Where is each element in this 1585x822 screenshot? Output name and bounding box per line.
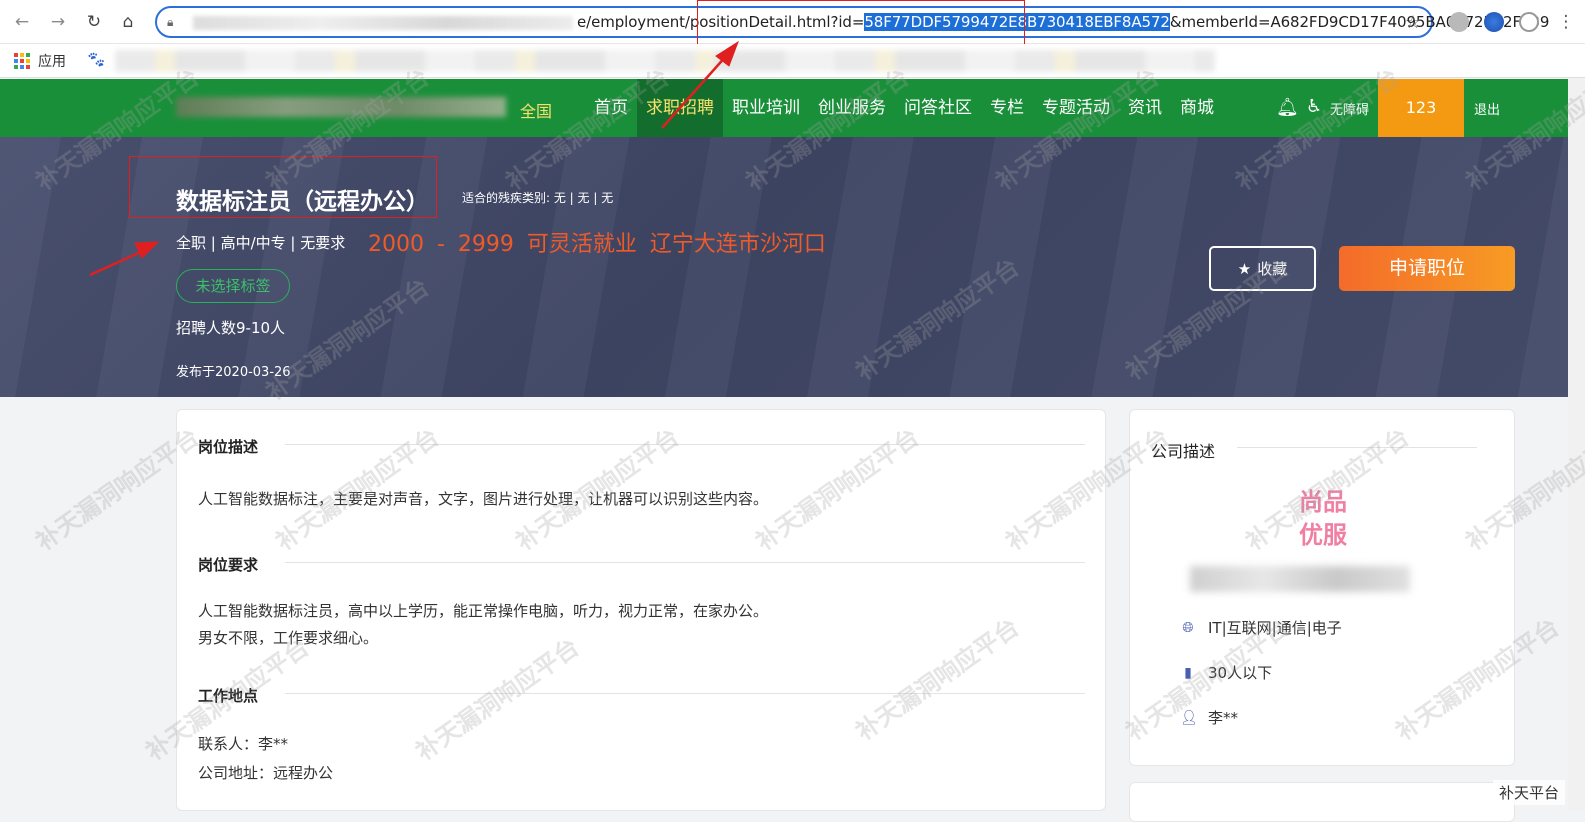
bookmarks-bar: 应用 🐾︎: [0, 44, 1585, 78]
bell-icon[interactable]: 🔔︎: [1276, 97, 1299, 118]
user-icon: 👤︎: [1180, 710, 1196, 726]
apps-grid-icon[interactable]: [14, 53, 30, 69]
company-card-title: 公司描述: [1151, 438, 1215, 462]
nav-item-startup[interactable]: 创业服务: [809, 79, 895, 137]
accessibility-link[interactable]: 无障碍: [1330, 99, 1369, 118]
globe-icon: 🌐︎: [1180, 620, 1196, 636]
lock-icon: 🔒︎: [167, 15, 173, 30]
nav-item-qa[interactable]: 问答社区: [895, 79, 981, 137]
annotation-box-url: [697, 0, 1025, 46]
company-size: ▮ 30人以下: [1180, 662, 1272, 683]
description-text: 人工智能数据标注，主要是对声音，文字，图片进行处理，让机器可以识别这些内容。: [198, 488, 768, 509]
company-address: 公司地址：远程办公: [198, 762, 333, 783]
browser-toolbar: ← → ↻ ⌂ 🔒︎ e/employment/positionDetail.h…: [0, 0, 1585, 44]
divider: [285, 562, 1085, 563]
scrollbar[interactable]: [1568, 79, 1585, 811]
star-icon: ★: [1238, 260, 1251, 278]
nav-item-column[interactable]: 专栏: [981, 79, 1033, 137]
menu-dots-icon[interactable]: ⋮: [1556, 12, 1576, 32]
company-contact: 👤︎ 李**: [1180, 707, 1238, 728]
home-icon[interactable]: ⌂: [118, 12, 138, 32]
site-header: 全国 首页 求职招聘 职业培训 创业服务 问答社区 专栏 专题活动 资讯 商城 …: [0, 79, 1585, 137]
nav-item-home[interactable]: 首页: [585, 79, 637, 137]
job-tag[interactable]: 未选择标签: [176, 269, 290, 303]
job-salary-location: 2000 - 2999 可灵活就业 辽宁大连市沙河口: [368, 226, 826, 258]
disability-types: 适合的残疾类别: 无 | 无 | 无: [462, 189, 613, 206]
bookmarks-redacted: [115, 50, 1215, 72]
nav-item-jobs[interactable]: 求职招聘: [637, 79, 723, 137]
company-card: 公司描述 尚品 优服 🌐︎ IT|互联网|通信|电子 ▮ 30人以下 👤︎ 李*…: [1129, 409, 1515, 766]
globe-icon[interactable]: [1484, 12, 1504, 32]
main-nav: 首页 求职招聘 职业培训 创业服务 问答社区 专栏 专题活动 资讯 商城: [585, 79, 1223, 137]
wheelchair-icon[interactable]: ♿︎: [1306, 96, 1322, 117]
apply-button[interactable]: 申请职位: [1339, 246, 1515, 291]
favorite-button[interactable]: ★ 收藏: [1209, 246, 1316, 291]
favorite-label: 收藏: [1257, 258, 1287, 279]
section-title-requirements: 岗位要求: [198, 554, 258, 575]
reload-icon[interactable]: ↻: [84, 12, 104, 32]
nav-item-shop[interactable]: 商城: [1171, 79, 1223, 137]
site-logo-redacted: [176, 97, 506, 117]
company-logo[interactable]: 尚品 优服: [1294, 486, 1352, 552]
hire-count: 招聘人数9-10人: [176, 317, 285, 338]
nav-item-events[interactable]: 专题活动: [1033, 79, 1119, 137]
back-icon[interactable]: ←: [12, 12, 32, 32]
region-selector[interactable]: 全国: [520, 98, 552, 122]
extension-icon[interactable]: [1449, 12, 1469, 32]
building-icon: ▮: [1180, 665, 1196, 681]
nav-item-training[interactable]: 职业培训: [723, 79, 809, 137]
job-meta: 全职 | 高中/中专 | 无要求: [176, 232, 345, 253]
forward-icon[interactable]: →: [48, 12, 68, 32]
publish-date: 发布于2020-03-26: [176, 361, 291, 380]
requirements-line: 男女不限，工作要求细心。: [198, 627, 378, 648]
bookmark-star-icon[interactable]: ☆: [1405, 12, 1421, 33]
job-title: 数据标注员（远程办公）: [176, 182, 429, 216]
section-title-location: 工作地点: [198, 685, 258, 706]
baidu-paw-icon[interactable]: 🐾︎: [86, 50, 106, 69]
url-redacted: [193, 16, 573, 30]
company-industry: 🌐︎ IT|互联网|通信|电子: [1180, 617, 1342, 638]
divider: [285, 444, 1085, 445]
corner-watermark: 补天平台: [1493, 780, 1565, 805]
section-title-description: 岗位描述: [198, 436, 258, 457]
nav-item-news[interactable]: 资讯: [1119, 79, 1171, 137]
extension-icon[interactable]: [1519, 12, 1539, 32]
divider: [1237, 447, 1477, 448]
requirements-line: 人工智能数据标注员，高中以上学历，能正常操作电脑，听力，视力正常，在家办公。: [198, 600, 768, 621]
company-card-secondary: [1129, 782, 1515, 822]
job-detail-card: 岗位描述 人工智能数据标注，主要是对声音，文字，图片进行处理，让机器可以识别这些…: [176, 409, 1106, 811]
apps-label[interactable]: 应用: [38, 51, 66, 71]
divider: [285, 693, 1085, 694]
company-name-redacted: [1190, 566, 1410, 592]
logout-link[interactable]: 退出: [1474, 99, 1500, 118]
contact-person: 联系人：李**: [198, 733, 288, 754]
user-menu[interactable]: 123: [1378, 79, 1464, 137]
